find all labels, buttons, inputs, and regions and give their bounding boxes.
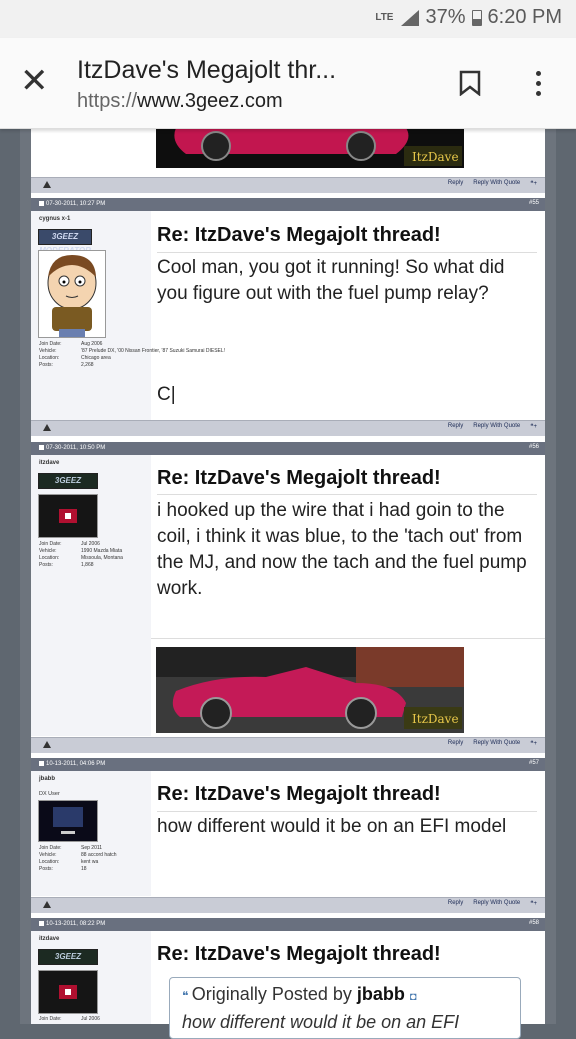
report-icon[interactable] [43, 181, 51, 188]
multiquote-icon[interactable]: ❝+ [530, 740, 537, 747]
report-icon[interactable] [43, 741, 51, 748]
status-bar: LTE 37% 6:20 PM [0, 0, 576, 38]
post-title: Re: ItzDave's Megajolt thread! [157, 783, 441, 805]
post-number[interactable]: #56 [529, 444, 539, 450]
reply-quote-button[interactable]: Reply With Quote [473, 423, 520, 430]
post-date: 10-13-2011, 08:22 PM [39, 921, 105, 927]
post-controls: Reply Reply With Quote ❝+ [31, 897, 545, 913]
multiquote-icon[interactable]: ❝+ [530, 180, 537, 187]
post-date: 10-13-2011, 04:06 PM [39, 761, 105, 767]
user-info: Join Date: Sep 2011 Vehicle: 88 accord hat… [39, 845, 117, 872]
page-margin-right [545, 128, 556, 1024]
post-controls: Reply Reply With Quote ❝+ [31, 177, 545, 193]
title-divider [157, 252, 537, 253]
page-title: ItzDave's Megajolt thr... [77, 56, 337, 84]
network-type: LTE [375, 11, 394, 23]
user-info: Join Date: Jul 2006 [39, 1016, 100, 1022]
signal-icon [401, 9, 420, 26]
quote-header: ❝ Originally Posted by jbabb ◘ [182, 984, 417, 1004]
post-title: Re: ItzDave's Megajolt thread! [157, 467, 441, 489]
page-margin-left [20, 128, 31, 1024]
battery-percent: 37% [425, 6, 466, 28]
post-number[interactable]: #58 [529, 920, 539, 926]
post-title: Re: ItzDave's Megajolt thread! [157, 943, 441, 965]
reply-button[interactable]: Reply [448, 180, 463, 187]
report-icon[interactable] [43, 424, 51, 431]
user-info: Join Date: Aug 2006 Vehicle: '87 Prelude D… [39, 341, 226, 368]
close-icon[interactable]: ✕ [20, 64, 49, 98]
clock: 6:20 PM [487, 6, 562, 28]
post-header: 10-13-2011, 04:06 PM #57 [31, 758, 545, 771]
post-header: 07-30-2011, 10:27 PM #55 [31, 198, 545, 211]
post-date: 07-30-2011, 10:27 PM [39, 201, 105, 207]
post-body: Cool man, you got it running! So what di… [157, 257, 505, 304]
post-title: Re: ItzDave's Megajolt thread! [157, 224, 441, 246]
multiquote-icon[interactable]: ❝+ [530, 900, 537, 907]
reply-button[interactable]: Reply [448, 740, 463, 747]
quote-text: how different would it be on an EFI [182, 1012, 460, 1032]
username[interactable]: jbabb [39, 776, 55, 782]
moderator-badge: 3GEEZ MODERATOR [38, 229, 92, 255]
post-controls: Reply Reply With Quote ❝+ [31, 737, 545, 753]
username[interactable]: itzdave [39, 936, 59, 942]
title-divider [157, 811, 537, 812]
avatar [38, 970, 98, 1014]
user-info: Join Date: Jul 2006 Vehicle: 1990 Mazda Mi… [39, 541, 123, 568]
car-photo: ItzDave [156, 128, 464, 168]
reply-quote-button[interactable]: Reply With Quote [473, 180, 520, 187]
reply-quote-button[interactable]: Reply With Quote [473, 900, 520, 907]
image-caption: ItzDave [412, 150, 459, 164]
quote-icon: ❝ [182, 989, 192, 1003]
image-caption: ItzDave [412, 712, 459, 726]
post-body: how different would it be on an EFI mode… [157, 816, 507, 837]
browser-toolbar: ✕ ItzDave's Megajolt thr... https://www.… [0, 38, 576, 129]
report-icon[interactable] [43, 901, 51, 908]
quote-box: ❝ Originally Posted by jbabb ◘ how diffe… [169, 977, 521, 1039]
avatar [38, 800, 98, 842]
avatar [38, 250, 106, 338]
post-number[interactable]: #57 [529, 760, 539, 766]
username[interactable]: itzdave [39, 460, 59, 466]
avatar [38, 494, 98, 538]
reply-button[interactable]: Reply [448, 900, 463, 907]
overflow-menu-icon[interactable] [530, 68, 546, 100]
reply-button[interactable]: Reply [448, 423, 463, 430]
quote-author[interactable]: jbabb [357, 984, 405, 1004]
bookmark-icon[interactable] [459, 70, 481, 101]
post-header: 07-30-2011, 10:50 PM #56 [31, 442, 545, 455]
page-url: https://www.3geez.com [77, 90, 283, 112]
multiquote-icon[interactable]: ❝+ [530, 423, 537, 430]
post-body: i hooked up the wire that i had goin to … [157, 500, 527, 599]
signature-divider [151, 638, 545, 639]
user-title: DX User [39, 791, 60, 797]
member-badge: 3GEEZ [38, 949, 98, 965]
forum-thread: ItzDave Reply Reply With Quote ❝+ 07-30-… [31, 128, 545, 1039]
car-photo: ItzDave [156, 647, 464, 733]
title-divider [157, 494, 537, 495]
battery-icon [471, 9, 482, 26]
view-post-icon[interactable]: ◘ [410, 991, 417, 1003]
post-date: 07-30-2011, 10:50 PM [39, 445, 105, 451]
reply-quote-button[interactable]: Reply With Quote [473, 740, 520, 747]
post-signature: C| [157, 384, 176, 405]
member-badge: 3GEEZ [38, 473, 98, 489]
post-number[interactable]: #55 [529, 200, 539, 206]
post-header: 10-13-2011, 08:22 PM #58 [31, 918, 545, 931]
username[interactable]: cygnus x-1 [39, 216, 70, 222]
post-controls: Reply Reply With Quote ❝+ [31, 420, 545, 436]
